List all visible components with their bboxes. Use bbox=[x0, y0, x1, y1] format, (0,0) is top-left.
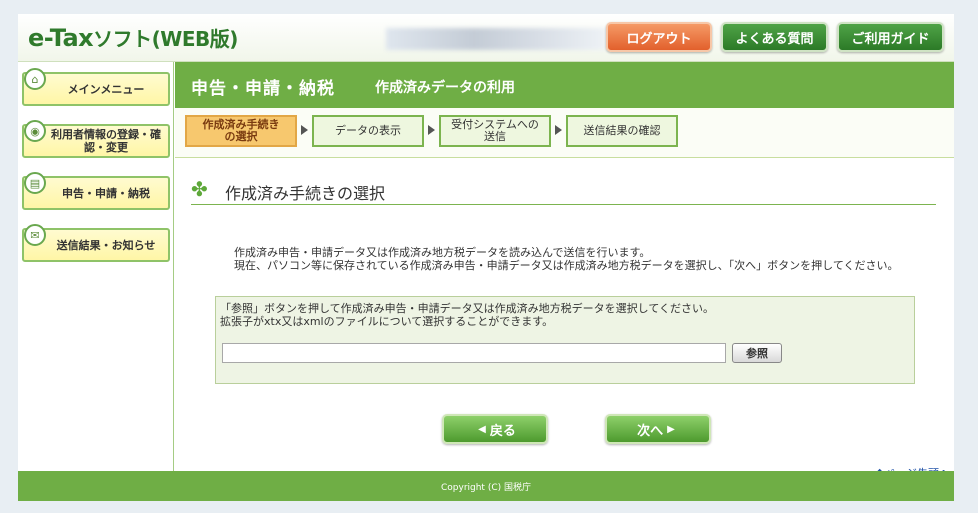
step-display: データの表示 bbox=[312, 115, 424, 147]
description-line-2: 現在、パソコン等に保存されている作成済み申告・申請データ又は作成済み地方税データ… bbox=[234, 259, 899, 272]
document-icon: ▤ bbox=[24, 172, 46, 194]
faq-button[interactable]: よくある質問 bbox=[721, 22, 828, 52]
section-title-text: 作成済み手続きの選択 bbox=[225, 184, 386, 203]
main-content: ✤ 作成済み手続きの選択 作成済み申告・申請データ又は作成済み地方税データを読み… bbox=[175, 159, 954, 480]
step-send: 受付システムへの送信 bbox=[439, 115, 551, 147]
sidebar-item-user-info[interactable]: ◉ 利用者情報の登録・確認・変更 bbox=[22, 120, 170, 158]
step-arrow-icon bbox=[428, 125, 435, 135]
footer: Copyright (C) 国税庁 bbox=[18, 471, 954, 501]
etax-logo: e-Taxソフト(WEB版) bbox=[28, 23, 238, 52]
page-title: 申告・申請・納税 bbox=[191, 79, 335, 99]
logo-sub-text: ソフト(WEB版) bbox=[93, 27, 238, 51]
back-button[interactable]: ◀ 戻る bbox=[442, 414, 548, 444]
sidebar-item-filing[interactable]: ▤ 申告・申請・納税 bbox=[22, 172, 170, 210]
sidebar-item-results[interactable]: ✉ 送信結果・お知らせ bbox=[22, 224, 170, 262]
logo-main-text: e-Tax bbox=[28, 24, 94, 52]
next-label: 次へ bbox=[637, 423, 664, 439]
sidebar-item-label: 申告・申請・納税 bbox=[62, 186, 150, 200]
sidebar-item-label: メインメニュー bbox=[67, 82, 145, 96]
user-info-redacted bbox=[386, 28, 606, 50]
home-icon: ⌂ bbox=[24, 68, 46, 90]
user-settings-icon: ◉ bbox=[24, 120, 46, 142]
step-indicator: 作成済み手続きの選択 データの表示 受付システムへの送信 送信結果の確認 bbox=[175, 108, 954, 158]
section-title: ✤ 作成済み手続きの選択 bbox=[191, 175, 936, 205]
page-subtitle: 作成済みデータの利用 bbox=[375, 80, 515, 96]
logout-button[interactable]: ログアウト bbox=[606, 22, 712, 52]
arrow-left-icon: ◀ bbox=[478, 423, 486, 435]
sidebar-item-label: 送信結果・お知らせ bbox=[56, 238, 156, 252]
arrow-right-icon: ▶ bbox=[667, 423, 675, 435]
step-arrow-icon bbox=[301, 125, 308, 135]
sidebar: ⌂ メインメニュー ◉ 利用者情報の登録・確認・変更 ▤ 申告・申請・納税 ✉ … bbox=[18, 62, 174, 471]
file-path-input[interactable] bbox=[222, 343, 726, 363]
instruction-line-2: 拡張子がxtx又はxmlのファイルについて選択することができます。 bbox=[220, 315, 554, 328]
copyright-text: Copyright (C) 国税庁 bbox=[440, 482, 531, 493]
step-select: 作成済み手続きの選択 bbox=[185, 115, 297, 147]
step-arrow-icon bbox=[555, 125, 562, 135]
mail-icon: ✉ bbox=[24, 224, 46, 246]
clover-icon: ✤ bbox=[191, 177, 208, 201]
browse-button[interactable]: 参照 bbox=[732, 343, 782, 363]
next-button[interactable]: 次へ ▶ bbox=[605, 414, 711, 444]
sidebar-item-label: 利用者情報の登録・確認・変更 bbox=[51, 128, 161, 154]
sidebar-item-main-menu[interactable]: ⌂ メインメニュー bbox=[22, 68, 170, 106]
back-label: 戻る bbox=[489, 423, 516, 439]
app-window: e-Taxソフト(WEB版) ログアウト よくある質問 ご利用ガイド ⌂ メイン… bbox=[18, 14, 954, 501]
page-header: 申告・申請・納税 作成済みデータの利用 bbox=[175, 62, 954, 108]
guide-button[interactable]: ご利用ガイド bbox=[837, 22, 944, 52]
header: e-Taxソフト(WEB版) ログアウト よくある質問 ご利用ガイド bbox=[18, 14, 954, 62]
file-select-panel: 「参照」ボタンを押して作成済み申告・申請データ又は作成済み地方税データを選択して… bbox=[215, 296, 915, 384]
step-result: 送信結果の確認 bbox=[566, 115, 678, 147]
